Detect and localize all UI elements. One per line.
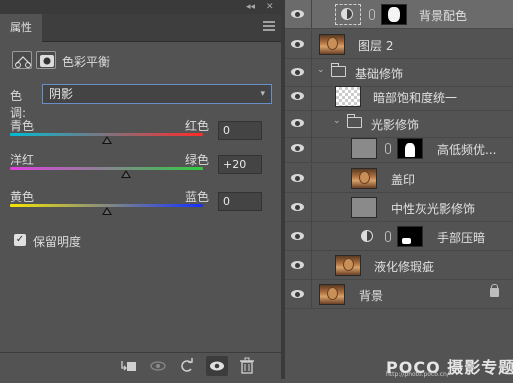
slider-right-label: 绿色 (184, 153, 209, 167)
layer-name: 背景 (359, 289, 384, 303)
eye-icon[interactable] (291, 39, 305, 49)
mask-thumbnail[interactable] (381, 4, 407, 25)
eye-icon[interactable] (291, 9, 305, 19)
slider-left-label: 青色 (10, 119, 35, 133)
layer-name: 图层 2 (358, 39, 394, 53)
chevron-down-icon: ▾ (260, 89, 265, 99)
eye-icon[interactable] (291, 173, 305, 183)
layer-name: 手部压暗 (437, 231, 486, 245)
link-icon[interactable] (385, 231, 391, 242)
eye-icon[interactable] (291, 67, 305, 77)
layer-thumbnail (319, 34, 345, 55)
clip-to-layer-icon[interactable] (118, 356, 140, 376)
mask-thumbnail[interactable] (397, 138, 423, 159)
layer-thumbnail (335, 86, 361, 107)
magenta-green-slider[interactable]: 洋红 绿色 +20 (10, 151, 265, 189)
preserve-luminosity-checkbox[interactable]: ✓ (14, 234, 26, 246)
adjustment-title: 色彩平衡 (62, 55, 111, 69)
layers-panel: 背景配色 图层 2 ⌄ 基础修饰 暗部饱和度统一 ⌄ 光影修饰 高低频优... (285, 0, 513, 379)
layer-thumbnail (351, 138, 377, 159)
collapse-panel-icon[interactable]: ◂◂ (246, 0, 255, 14)
preserve-luminosity-label: 保留明度 (33, 235, 82, 249)
layer-name: 盖印 (391, 173, 416, 187)
eye-icon[interactable] (291, 231, 305, 241)
group-name: 光影修饰 (371, 118, 420, 132)
layer-row[interactable]: 中性灰光影修饰 (285, 193, 513, 222)
reset-icon[interactable] (176, 356, 198, 376)
toggle-visibility-icon[interactable] (206, 356, 228, 376)
layer-thumbnail (351, 168, 377, 189)
panel-top-strip: ◂◂ ✕ (0, 0, 281, 14)
view-previous-state-icon[interactable] (147, 356, 169, 376)
slider-thumb[interactable] (101, 136, 112, 144)
layer-name: 暗部饱和度统一 (373, 91, 458, 105)
layer-row[interactable]: 液化修瑕疵 (285, 251, 513, 280)
layer-name: 背景配色 (419, 9, 468, 23)
tone-select[interactable]: 阴影 ▾ (42, 84, 272, 104)
properties-bottom-toolbar (0, 352, 281, 379)
close-panel-icon[interactable]: ✕ (266, 0, 274, 14)
slider-track[interactable] (10, 167, 203, 170)
eye-icon[interactable] (291, 202, 305, 212)
slider-left-label: 洋红 (10, 153, 35, 167)
link-icon[interactable] (385, 143, 391, 154)
slider-thumb[interactable] (120, 170, 131, 178)
layer-row[interactable]: 盖印 (285, 164, 513, 193)
slider-left-label: 黄色 (10, 190, 35, 204)
slider-value-input[interactable]: 0 (218, 192, 262, 211)
eye-icon[interactable] (291, 118, 305, 128)
color-balance-icon[interactable] (12, 51, 32, 69)
properties-tab-bar: 属性 (0, 14, 281, 42)
yellow-blue-slider[interactable]: 黄色 蓝色 0 (10, 188, 265, 226)
cyan-red-slider[interactable]: 青色 红色 0 (10, 117, 265, 155)
slider-right-label: 红色 (184, 119, 209, 133)
layer-name: 高低频优... (437, 143, 497, 157)
properties-panel: ◂◂ ✕ 属性 色彩平衡 色调: 阴影 ▾ 青色 红色 0 洋红 绿色 +20 (0, 0, 281, 379)
folder-icon (331, 63, 346, 77)
watermark-url: http://photo.poco.cn/ (386, 371, 449, 378)
eye-icon[interactable] (291, 260, 305, 270)
layer-row[interactable]: 高低频优... (285, 134, 513, 163)
slider-value-input[interactable]: 0 (218, 121, 262, 140)
layer-row[interactable]: 背景配色 (285, 0, 513, 29)
tone-select-value: 阴影 (49, 87, 74, 101)
eye-icon[interactable] (291, 143, 305, 153)
layer-thumbnail (335, 255, 361, 276)
group-name: 基础修饰 (355, 67, 404, 81)
layer-thumbnail (351, 197, 377, 218)
eye-icon[interactable] (291, 289, 305, 299)
eye-icon[interactable] (291, 91, 305, 101)
layer-row[interactable]: 图层 2 (285, 30, 513, 59)
folder-icon (347, 114, 362, 128)
lock-icon (490, 284, 499, 297)
slider-value-input[interactable]: +20 (218, 155, 262, 174)
tab-properties[interactable]: 属性 (0, 14, 42, 42)
layer-name: 中性灰光影修饰 (391, 202, 476, 216)
panel-menu-icon[interactable] (263, 21, 275, 33)
adjustment-header: 色彩平衡 (0, 43, 281, 77)
layer-row[interactable]: 背景 (285, 280, 513, 309)
slider-right-label: 蓝色 (184, 190, 209, 204)
tone-label: 色调: (10, 89, 27, 120)
chevron-down-icon[interactable]: ⌄ (317, 65, 325, 75)
mask-thumbnail[interactable] (397, 226, 423, 247)
link-icon[interactable] (369, 9, 375, 20)
adjustment-thumbnail (335, 4, 361, 25)
layer-row[interactable]: 暗部饱和度统一 (285, 82, 513, 111)
delete-icon[interactable] (236, 356, 258, 376)
watermark: POCO 摄影专题 http://photo.poco.cn/ (386, 354, 513, 378)
adjustment-layer-icon (361, 230, 373, 242)
layer-thumbnail (319, 284, 345, 305)
layer-name: 液化修瑕疵 (374, 260, 435, 274)
chevron-down-icon[interactable]: ⌄ (333, 116, 341, 126)
slider-thumb[interactable] (101, 207, 112, 215)
layer-mask-icon[interactable] (36, 51, 56, 69)
layer-row[interactable]: 手部压暗 (285, 222, 513, 251)
